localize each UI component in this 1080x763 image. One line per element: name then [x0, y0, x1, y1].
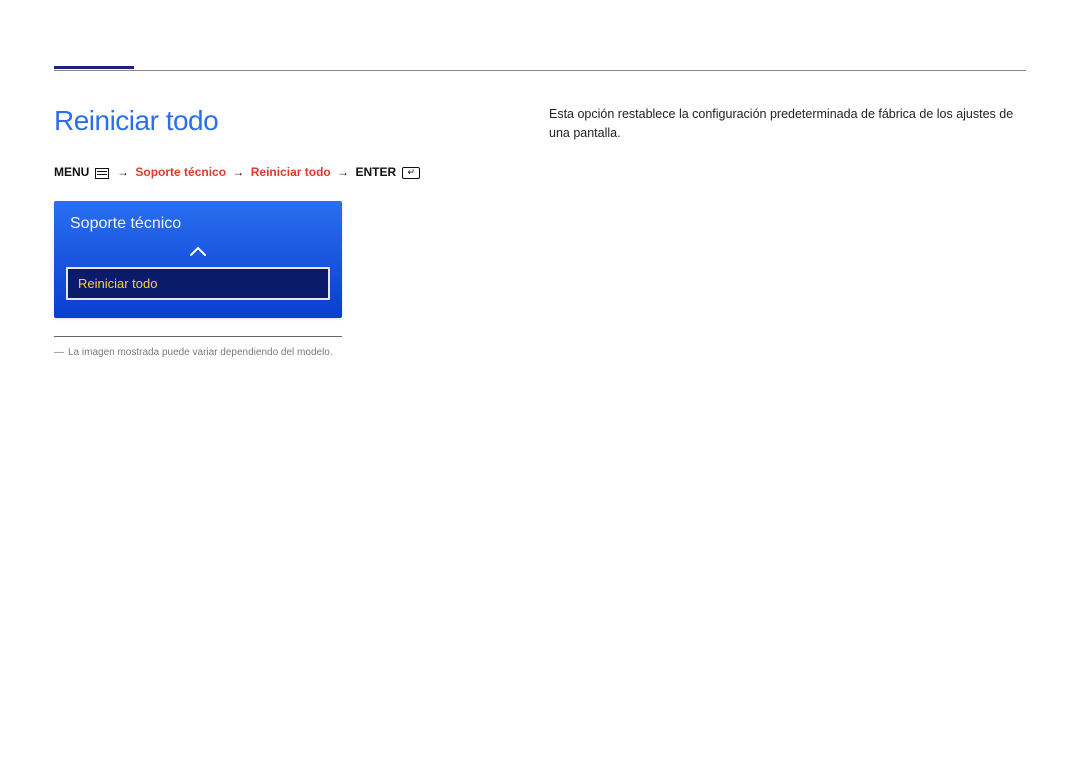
osd-selected-item[interactable]: Reiniciar todo — [66, 267, 330, 300]
breadcrumb-menu-label: MENU — [54, 165, 89, 179]
left-divider-line — [54, 336, 342, 337]
breadcrumb-item-reiniciar: Reiniciar todo — [251, 165, 331, 179]
accent-bar — [54, 66, 134, 69]
page-title: Reiniciar todo — [54, 105, 509, 137]
arrow-icon: → — [117, 165, 129, 179]
arrow-icon: → — [337, 165, 349, 179]
description-text: Esta opción restablece la configuración … — [549, 105, 1026, 143]
osd-panel: Soporte técnico Reiniciar todo — [54, 201, 342, 318]
osd-scroll-up[interactable] — [66, 243, 330, 261]
chevron-up-icon — [190, 246, 206, 256]
breadcrumb-enter-label: ENTER — [355, 165, 396, 179]
enter-icon — [402, 167, 420, 179]
breadcrumb-item-soporte: Soporte técnico — [135, 165, 226, 179]
osd-panel-title: Soporte técnico — [66, 211, 330, 243]
footnote-dash: ― — [54, 347, 64, 358]
menu-icon — [95, 168, 109, 179]
breadcrumb: MENU → Soporte técnico → Reiniciar todo … — [54, 165, 509, 179]
footnote: ― La imagen mostrada puede variar dependi… — [54, 347, 342, 358]
arrow-icon: → — [232, 165, 244, 179]
footnote-text: La imagen mostrada puede variar dependie… — [68, 347, 333, 358]
top-divider-line — [54, 70, 1026, 71]
